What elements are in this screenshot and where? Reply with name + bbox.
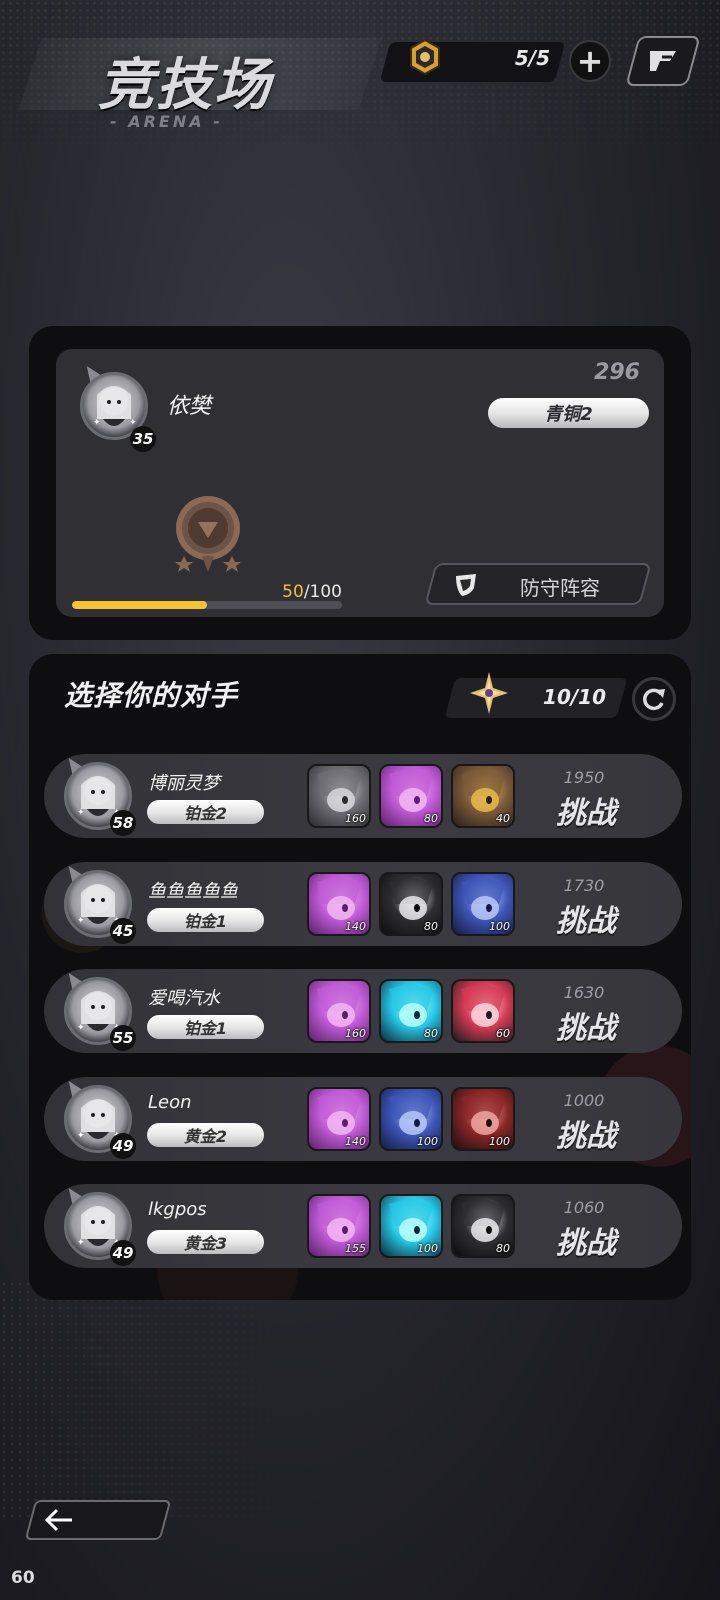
opponent-score: 1730 bbox=[563, 876, 605, 895]
hero-level: 80 bbox=[424, 1027, 438, 1040]
hero-portrait[interactable]: 80 bbox=[379, 979, 443, 1043]
hero-level: 60 bbox=[496, 1027, 510, 1040]
plus-icon: + bbox=[576, 42, 604, 80]
arena-title-banner: 竞技场 - ARENA - bbox=[18, 30, 382, 140]
opponent-score: 1060 bbox=[563, 1198, 605, 1217]
svg-text:✦: ✦ bbox=[129, 418, 137, 428]
hero-level: 160 bbox=[345, 1027, 366, 1040]
halftone-decoration-bottom bbox=[0, 1280, 300, 1520]
hero-level: 100 bbox=[489, 1135, 510, 1148]
rank-progress-bar bbox=[72, 601, 342, 609]
hero-portrait[interactable]: 100 bbox=[451, 872, 515, 936]
opponent-score: 1630 bbox=[563, 983, 605, 1002]
opponent-name: lkgpos bbox=[148, 1199, 207, 1220]
hero-portrait[interactable]: 40 bbox=[451, 764, 515, 828]
hero-portrait[interactable]: 80 bbox=[451, 1194, 515, 1258]
player-tier-badge: 青铜2 bbox=[488, 398, 649, 428]
hero-level: 140 bbox=[345, 1135, 366, 1148]
hero-portrait[interactable]: 160 bbox=[307, 979, 371, 1043]
hero-level: 80 bbox=[424, 812, 438, 825]
opponent-score: 1950 bbox=[563, 768, 605, 787]
challenge-button[interactable]: 挑战 bbox=[540, 1111, 632, 1154]
player-name: 依樊 bbox=[167, 394, 212, 419]
hero-level: 155 bbox=[345, 1242, 366, 1255]
rank-progress-text: 50/100 bbox=[260, 582, 342, 602]
challenge-button[interactable]: 挑战 bbox=[540, 1218, 632, 1261]
hero-level: 100 bbox=[417, 1135, 438, 1148]
hero-level: 100 bbox=[417, 1242, 438, 1255]
progress-max: /100 bbox=[303, 582, 342, 602]
opponent-level: 49 bbox=[110, 1240, 136, 1266]
hero-level: 40 bbox=[496, 812, 510, 825]
svg-text:✦: ✦ bbox=[93, 418, 101, 428]
challenge-count: 10/10 bbox=[543, 685, 606, 709]
rank-progress-fill bbox=[72, 601, 207, 609]
svg-text:✦: ✦ bbox=[77, 1023, 85, 1033]
hero-portrait[interactable]: 155 bbox=[307, 1194, 371, 1258]
hero-portrait[interactable]: 100 bbox=[379, 1194, 443, 1258]
opponent-name: 爱喝汽水 bbox=[148, 988, 220, 1009]
opponent-tier-badge: 铂金1 bbox=[147, 908, 264, 932]
hero-portrait[interactable]: 80 bbox=[379, 764, 443, 828]
svg-text:✦: ✦ bbox=[77, 916, 85, 926]
page-title: 竞技场 bbox=[98, 53, 272, 118]
opponent-level: 49 bbox=[110, 1133, 136, 1159]
page-subtitle: - ARENA - bbox=[110, 112, 223, 131]
hero-level: 100 bbox=[489, 920, 510, 933]
opponent-score: 1000 bbox=[563, 1091, 605, 1110]
opponents-title: 选择你的对手 bbox=[64, 679, 239, 712]
opponent-name: 博丽灵梦 bbox=[148, 773, 220, 794]
player-level: 35 bbox=[130, 426, 156, 452]
add-ticket-button[interactable]: + bbox=[569, 40, 611, 82]
arena-ticket-icon bbox=[410, 38, 440, 76]
hero-portrait[interactable]: 100 bbox=[451, 1087, 515, 1151]
opponent-name: Leon bbox=[148, 1092, 192, 1113]
hero-level: 160 bbox=[345, 812, 366, 825]
challenge-button[interactable]: 挑战 bbox=[540, 788, 632, 831]
challenge-button[interactable]: 挑战 bbox=[540, 896, 632, 939]
hero-level: 80 bbox=[424, 920, 438, 933]
shield-icon bbox=[456, 574, 476, 596]
refresh-icon bbox=[643, 688, 665, 711]
hero-portrait[interactable]: 160 bbox=[307, 764, 371, 828]
challenge-button[interactable]: 挑战 bbox=[540, 1003, 632, 1046]
back-arrow-icon bbox=[44, 1508, 72, 1532]
opponent-tier-badge: 黄金2 bbox=[147, 1123, 264, 1147]
star-ticket-icon bbox=[470, 672, 508, 714]
svg-text:✦: ✦ bbox=[77, 1131, 85, 1141]
ticket-count: 5/5 bbox=[514, 46, 550, 70]
fps-counter: 60 bbox=[11, 1568, 35, 1588]
opponent-level: 58 bbox=[110, 810, 136, 836]
hero-level: 140 bbox=[345, 920, 366, 933]
opponent-tier-badge: 铂金2 bbox=[147, 800, 264, 824]
player-score: 296 bbox=[594, 360, 640, 385]
hero-portrait[interactable]: 80 bbox=[379, 872, 443, 936]
hero-portrait[interactable]: 140 bbox=[307, 872, 371, 936]
rank-icon bbox=[650, 51, 676, 71]
bronze-medal-icon bbox=[175, 496, 241, 572]
hero-portrait[interactable]: 100 bbox=[379, 1087, 443, 1151]
refresh-opponents-button[interactable] bbox=[632, 677, 676, 721]
svg-text:✦: ✦ bbox=[77, 1238, 85, 1248]
opponent-level: 55 bbox=[110, 1025, 136, 1051]
defense-lineup-label: 防守阵容 bbox=[520, 576, 600, 600]
hero-level: 80 bbox=[496, 1242, 510, 1255]
opponent-level: 45 bbox=[110, 918, 136, 944]
opponent-tier-badge: 铂金1 bbox=[147, 1015, 264, 1039]
hero-portrait[interactable]: 60 bbox=[451, 979, 515, 1043]
opponent-tier-badge: 黄金3 bbox=[147, 1230, 264, 1254]
opponent-name: 鱼鱼鱼鱼鱼 bbox=[148, 881, 238, 902]
progress-current: 50 bbox=[282, 582, 304, 602]
svg-text:✦: ✦ bbox=[77, 808, 85, 818]
hero-portrait[interactable]: 140 bbox=[307, 1087, 371, 1151]
